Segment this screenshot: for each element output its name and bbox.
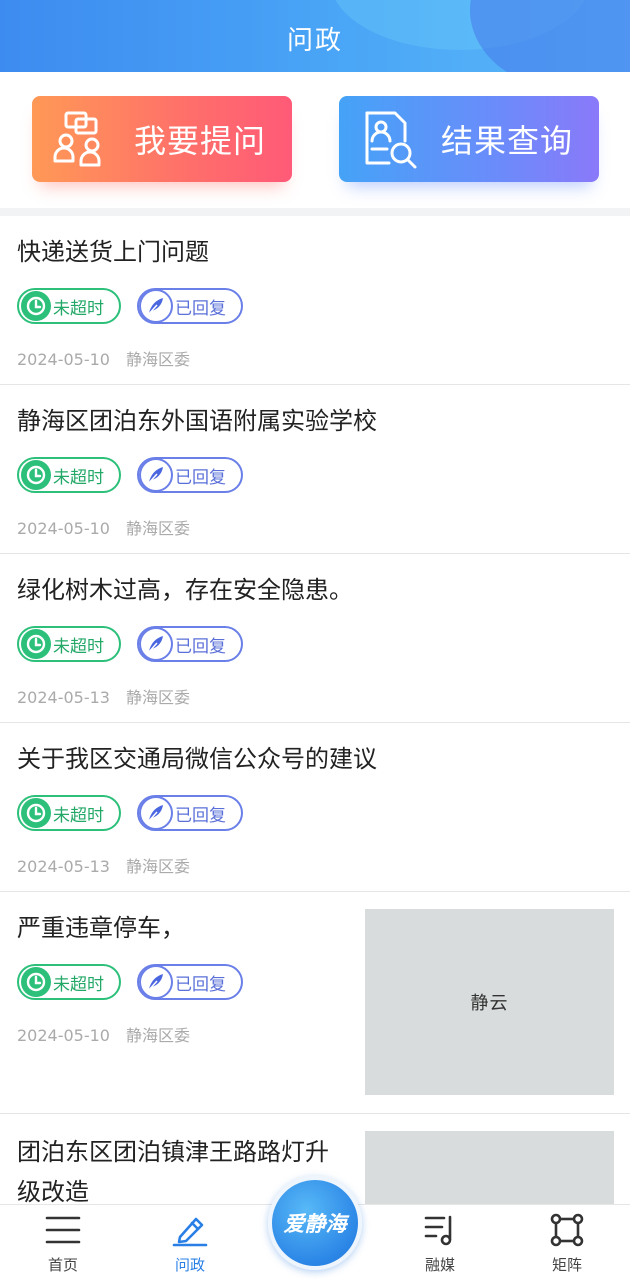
ask-question-button[interactable]: 我要提问 xyxy=(32,96,292,182)
nav-wenzheng[interactable]: 问政 xyxy=(145,1205,235,1280)
nav-matrix[interactable]: 矩阵 xyxy=(522,1205,612,1280)
clock-icon xyxy=(21,629,51,659)
feather-icon xyxy=(139,458,173,492)
list-item[interactable]: 快递送货上门问题 未超时 已回复 2024-05-10 静海区委 xyxy=(0,216,630,385)
result-query-label: 结果查询 xyxy=(441,122,574,160)
clock-icon xyxy=(21,291,51,321)
time-status-badge: 未超时 xyxy=(17,457,121,493)
item-date: 2024-05-10 xyxy=(17,519,110,538)
item-meta: 2024-05-10 静海区委 xyxy=(17,346,190,370)
clock-icon xyxy=(21,798,51,828)
time-status-badge: 未超时 xyxy=(17,626,121,662)
item-title: 关于我区交通局微信公众号的建议 xyxy=(17,745,377,773)
center-logo-button[interactable]: 爱静海 xyxy=(268,1176,362,1270)
feather-icon xyxy=(139,796,173,830)
page-title: 问政 xyxy=(286,26,343,56)
result-query-button[interactable]: 结果查询 xyxy=(339,96,599,182)
status-badges: 未超时 已回复 xyxy=(17,795,243,831)
item-dept: 静海区委 xyxy=(125,857,190,876)
people-chat-icon xyxy=(53,111,101,167)
section-divider xyxy=(0,208,630,216)
time-status-badge: 未超时 xyxy=(17,795,121,831)
item-date: 2024-05-10 xyxy=(17,1026,110,1045)
reply-status-badge: 已回复 xyxy=(137,964,243,1000)
nav-matrix-label: 矩阵 xyxy=(551,1256,582,1274)
list-item[interactable]: 绿化树木过高，存在安全隐患。 未超时 已回复 2024-05-13 静海区委 xyxy=(0,554,630,723)
status-badges: 未超时 已回复 xyxy=(17,964,243,1000)
reply-status-text: 已回复 xyxy=(175,467,226,488)
time-status-text: 未超时 xyxy=(53,298,104,319)
list-item[interactable]: 静海区团泊东外国语附属实验学校 未超时 已回复 2024-05-10 静海区委 xyxy=(0,385,630,554)
item-date: 2024-05-13 xyxy=(17,857,110,876)
item-title: 快递送货上门问题 xyxy=(17,238,209,266)
feather-icon xyxy=(139,965,173,999)
reply-status-badge: 已回复 xyxy=(137,457,243,493)
item-meta: 2024-05-10 静海区委 xyxy=(17,515,190,539)
time-status-badge: 未超时 xyxy=(17,288,121,324)
status-badges: 未超时 已回复 xyxy=(17,288,243,324)
time-status-badge: 未超时 xyxy=(17,964,121,1000)
item-date: 2024-05-10 xyxy=(17,350,110,369)
center-logo-text: 爱静海 xyxy=(283,1212,347,1236)
reply-status-badge: 已回复 xyxy=(137,288,243,324)
item-dept: 静海区委 xyxy=(125,1026,190,1045)
item-dept: 静海区委 xyxy=(125,688,190,707)
music-list-icon xyxy=(424,1215,452,1246)
clock-icon xyxy=(21,460,51,490)
status-badges: 未超时 已回复 xyxy=(17,457,243,493)
item-thumbnail[interactable]: 静云 xyxy=(365,909,614,1095)
nav-media-label: 融媒 xyxy=(424,1256,455,1274)
item-title: 严重违章停车， xyxy=(17,914,185,942)
time-status-text: 未超时 xyxy=(53,974,104,995)
clock-icon xyxy=(21,967,51,997)
top-header: 问政 xyxy=(0,0,630,72)
item-meta: 2024-05-13 静海区委 xyxy=(17,684,190,708)
nav-home-label: 首页 xyxy=(47,1256,78,1274)
list-item[interactable]: 关于我区交通局微信公众号的建议 未超时 已回复 2024-05-13 静海区委 xyxy=(0,723,630,892)
reply-status-text: 已回复 xyxy=(175,636,226,657)
item-dept: 静海区委 xyxy=(125,350,190,369)
thumbnail-caption: 静云 xyxy=(470,993,509,1014)
item-title: 静海区团泊东外国语附属实验学校 xyxy=(17,407,377,435)
reply-status-badge: 已回复 xyxy=(137,795,243,831)
nav-media[interactable]: 融媒 xyxy=(395,1205,485,1280)
item-date: 2024-05-13 xyxy=(17,688,110,707)
reply-status-text: 已回复 xyxy=(175,298,226,319)
item-dept: 静海区委 xyxy=(125,519,190,538)
feather-icon xyxy=(139,627,173,661)
pencil-icon xyxy=(172,1217,208,1247)
status-badges: 未超时 已回复 xyxy=(17,626,243,662)
feather-icon xyxy=(139,289,173,323)
item-meta: 2024-05-10 静海区委 xyxy=(17,1022,190,1046)
time-status-text: 未超时 xyxy=(53,636,104,657)
nav-wenzheng-label: 问政 xyxy=(174,1256,205,1274)
reply-status-text: 已回复 xyxy=(175,805,226,826)
menu-icon xyxy=(45,1216,81,1244)
item-thumbnail[interactable] xyxy=(365,1131,614,1204)
time-status-text: 未超时 xyxy=(53,805,104,826)
reply-status-badge: 已回复 xyxy=(137,626,243,662)
list-item[interactable]: 严重违章停车， 未超时 已回复 2024-05-10 静海区委 静云 xyxy=(0,892,630,1114)
action-area: 我要提问 结果查询 xyxy=(0,72,630,210)
time-status-text: 未超时 xyxy=(53,467,104,488)
matrix-icon xyxy=(550,1213,584,1247)
item-title: 绿化树木过高，存在安全隐患。 xyxy=(17,576,353,604)
question-list: 快递送货上门问题 未超时 已回复 2024-05-10 静海区委 静海区团泊东外国… xyxy=(0,216,630,1204)
nav-home[interactable]: 首页 xyxy=(18,1205,108,1280)
reply-status-text: 已回复 xyxy=(175,974,226,995)
item-title-line: 团泊东区团泊镇津王路路灯升 xyxy=(17,1138,329,1166)
item-meta: 2024-05-13 静海区委 xyxy=(17,853,190,877)
ask-question-label: 我要提问 xyxy=(134,122,267,160)
document-search-icon xyxy=(365,111,417,169)
